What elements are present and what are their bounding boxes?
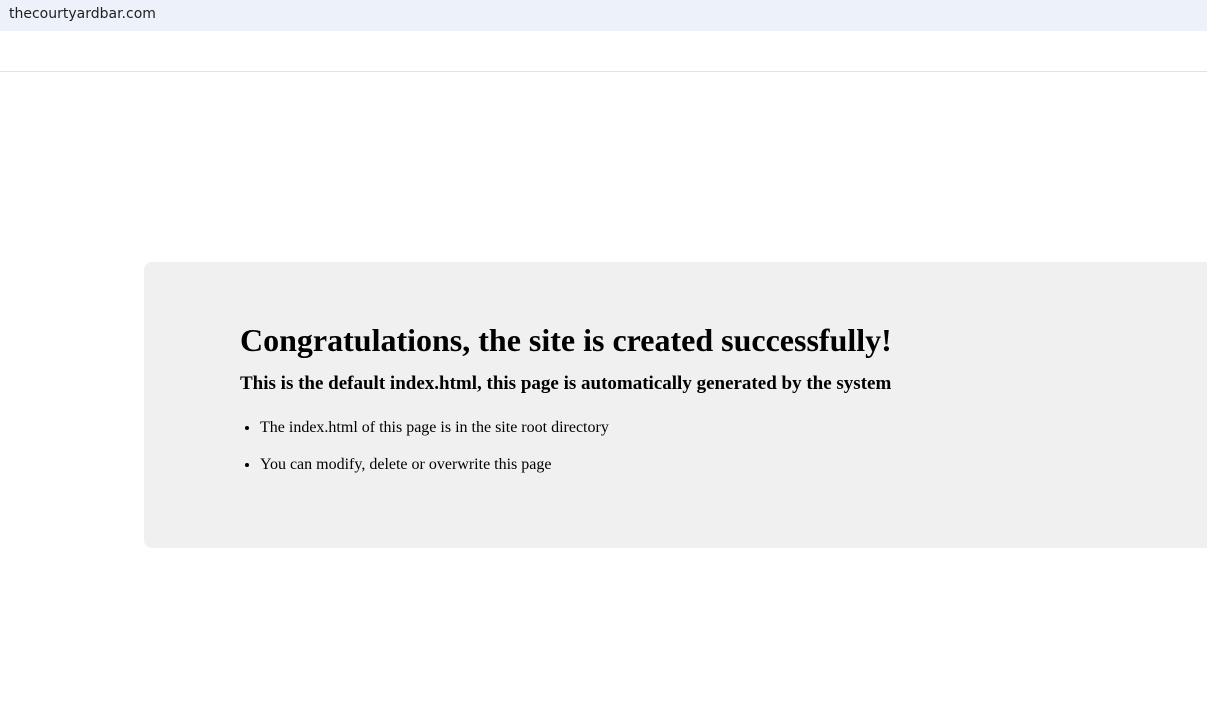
list-item: The index.html of this page is in the si…	[260, 418, 1207, 438]
list-item: You can modify, delete or overwrite this…	[260, 455, 1207, 475]
page-title: Congratulations, the site is created suc…	[240, 322, 892, 358]
browser-toolbar-strip	[0, 31, 1207, 72]
info-list: The index.html of this page is in the si…	[240, 418, 1207, 475]
page-subtitle: This is the default index.html, this pag…	[240, 373, 892, 394]
default-page-card: Congratulations, the site is created suc…	[144, 262, 1207, 548]
url-text: thecourtyardbar.com	[9, 6, 156, 22]
address-bar[interactable]: thecourtyardbar.com	[0, 0, 1207, 31]
